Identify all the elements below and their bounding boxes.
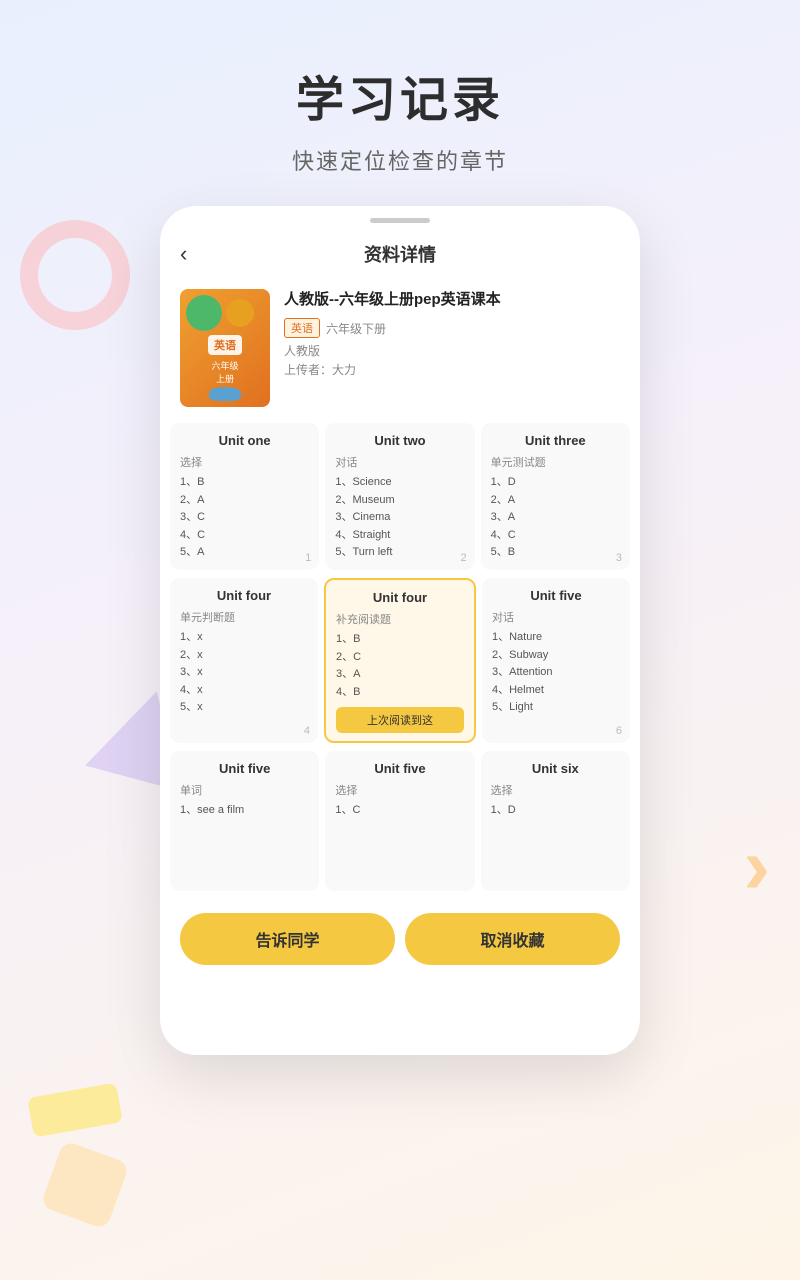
unit-card-five-c[interactable]: Unit five 选择 1、C xyxy=(325,751,474,891)
unit-five-c-item-1: 1、C xyxy=(335,802,464,820)
decorative-circle xyxy=(20,220,130,330)
unit-four-a-item-1: 1、x xyxy=(180,629,308,647)
tell-classmates-button[interactable]: 告诉同学 xyxy=(180,913,395,965)
unit-four-b-item-1: 1、B xyxy=(336,631,464,649)
publisher-label: 人教版 xyxy=(284,342,620,359)
unit-four-b-item-4: 4、B xyxy=(336,684,464,702)
unit-five-a-item-2: 2、Subway xyxy=(492,647,620,665)
unit-five-a-item-5: 5、Light xyxy=(492,699,620,717)
unit-card-two[interactable]: Unit two 对话 1、Science 2、Museum 3、Cinema … xyxy=(325,423,474,570)
unit-card-four-a[interactable]: Unit four 单元判断题 1、x 2、x 3、x 4、x 5、x 4 xyxy=(170,578,318,743)
unit-one-item-1: 1、B xyxy=(180,474,309,492)
book-info: 英语 六年级上册 人教版--六年级上册pep英语课本 英语 六年级下册 人教版 … xyxy=(160,279,640,423)
unit-three-item-3: 3、A xyxy=(491,509,620,527)
back-button[interactable]: ‹ xyxy=(180,241,187,267)
unit-four-b-item-2: 2、C xyxy=(336,649,464,667)
unit-five-c-title: Unit five xyxy=(335,761,464,776)
units-container: Unit one 选择 1、B 2、A 3、C 4、C 5、A 1 Unit t… xyxy=(160,423,640,899)
hero-title: 学习记录 xyxy=(0,60,800,130)
unit-six-item-1: 1、D xyxy=(491,802,620,820)
unit-card-four-b[interactable]: Unit four 补充阅读题 1、B 2、C 3、A 4、B 上次阅读到这 xyxy=(324,578,476,743)
unit-card-five-b[interactable]: Unit five 单词 1、see a film xyxy=(170,751,319,891)
unit-four-a-title: Unit four xyxy=(180,588,308,603)
unit-four-a-item-4: 4、x xyxy=(180,682,308,700)
unit-four-b-title: Unit four xyxy=(336,590,464,605)
unit-three-item-1: 1、D xyxy=(491,474,620,492)
unit-five-a-subtitle: 对话 xyxy=(492,609,620,625)
phone-notch xyxy=(370,218,430,223)
uploader-label: 上传者：大力 xyxy=(284,361,620,378)
book-cover[interactable]: 英语 六年级上册 xyxy=(180,289,270,407)
unit-one-item-3: 3、C xyxy=(180,509,309,527)
decorative-yellow xyxy=(27,1082,123,1137)
cover-decor-orange xyxy=(226,299,254,327)
units-row-2: Unit four 单元判断题 1、x 2、x 3、x 4、x 5、x 4 Un… xyxy=(170,578,630,743)
unit-two-item-2: 2、Museum xyxy=(335,492,464,510)
unit-two-item-3: 3、Cinema xyxy=(335,509,464,527)
grade-tag: 六年级下册 xyxy=(326,320,386,337)
unit-five-b-subtitle: 单词 xyxy=(180,782,309,798)
unit-two-item-4: 4、Straight xyxy=(335,527,464,545)
book-title: 人教版--六年级上册pep英语课本 xyxy=(284,289,620,310)
cover-figure xyxy=(209,387,241,401)
unit-one-item-5: 5、A xyxy=(180,544,309,562)
unit-four-a-item-5: 5、x xyxy=(180,699,308,717)
units-row-1: Unit one 选择 1、B 2、A 3、C 4、C 5、A 1 Unit t… xyxy=(170,423,630,570)
unit-two-page: 2 xyxy=(461,552,467,564)
page-title: 资料详情 xyxy=(364,241,436,267)
hero-header: 学习记录 快速定位检查的章节 xyxy=(0,0,800,206)
unit-three-item-4: 4、C xyxy=(491,527,620,545)
unit-one-item-4: 4、C xyxy=(180,527,309,545)
unit-one-item-2: 2、A xyxy=(180,492,309,510)
unit-five-b-item-1: 1、see a film xyxy=(180,802,309,820)
unit-three-item-2: 2、A xyxy=(491,492,620,510)
unit-five-a-item-3: 3、Attention xyxy=(492,664,620,682)
decorative-chevron: › xyxy=(743,820,770,912)
unit-one-page: 1 xyxy=(305,552,311,564)
unit-four-a-page: 4 xyxy=(304,725,310,737)
decorative-square xyxy=(40,1140,130,1230)
unit-five-b-title: Unit five xyxy=(180,761,309,776)
subject-tag: 英语 xyxy=(284,318,320,338)
unit-five-c-subtitle: 选择 xyxy=(335,782,464,798)
unit-four-a-item-2: 2、x xyxy=(180,647,308,665)
cover-grade-label: 六年级上册 xyxy=(211,359,238,385)
unit-card-six[interactable]: Unit six 选择 1、D xyxy=(481,751,630,891)
unit-four-a-item-3: 3、x xyxy=(180,664,308,682)
unit-four-b-item-3: 3、A xyxy=(336,666,464,684)
book-details: 人教版--六年级上册pep英语课本 英语 六年级下册 人教版 上传者：大力 xyxy=(284,289,620,407)
unit-one-subtitle: 选择 xyxy=(180,454,309,470)
unit-two-item-1: 1、Science xyxy=(335,474,464,492)
book-tags: 英语 六年级下册 xyxy=(284,318,620,338)
unit-five-a-item-1: 1、Nature xyxy=(492,629,620,647)
unit-five-a-page: 6 xyxy=(616,725,622,737)
uncollect-button[interactable]: 取消收藏 xyxy=(405,913,620,965)
unit-four-a-subtitle: 单元判断题 xyxy=(180,609,308,625)
unit-card-five-a[interactable]: Unit five 对话 1、Nature 2、Subway 3、Attenti… xyxy=(482,578,630,743)
phone-mockup: ‹ 资料详情 英语 六年级上册 人教版--六年级上册pep英语课本 英语 六年级… xyxy=(160,206,640,1055)
unit-three-item-5: 5、B xyxy=(491,544,620,562)
bottom-buttons: 告诉同学 取消收藏 xyxy=(160,899,640,975)
unit-card-one[interactable]: Unit one 选择 1、B 2、A 3、C 4、C 5、A 1 xyxy=(170,423,319,570)
unit-six-subtitle: 选择 xyxy=(491,782,620,798)
unit-two-subtitle: 对话 xyxy=(335,454,464,470)
unit-two-item-5: 5、Turn left xyxy=(335,544,464,562)
last-read-button[interactable]: 上次阅读到这 xyxy=(336,707,464,733)
unit-five-a-item-4: 4、Helmet xyxy=(492,682,620,700)
cover-decor-green xyxy=(186,295,222,331)
app-header: ‹ 资料详情 xyxy=(160,229,640,279)
unit-five-a-title: Unit five xyxy=(492,588,620,603)
unit-six-title: Unit six xyxy=(491,761,620,776)
unit-three-page: 3 xyxy=(616,552,622,564)
units-row-3: Unit five 单词 1、see a film Unit five 选择 1… xyxy=(170,751,630,891)
unit-three-subtitle: 单元测试题 xyxy=(491,454,620,470)
cover-subject-label: 英语 xyxy=(208,335,242,355)
unit-two-title: Unit two xyxy=(335,433,464,448)
unit-three-title: Unit three xyxy=(491,433,620,448)
hero-subtitle: 快速定位检查的章节 xyxy=(0,144,800,176)
unit-four-b-subtitle: 补充阅读题 xyxy=(336,611,464,627)
phone-top-bar xyxy=(160,206,640,229)
unit-card-three[interactable]: Unit three 单元测试题 1、D 2、A 3、A 4、C 5、B 3 xyxy=(481,423,630,570)
unit-one-title: Unit one xyxy=(180,433,309,448)
